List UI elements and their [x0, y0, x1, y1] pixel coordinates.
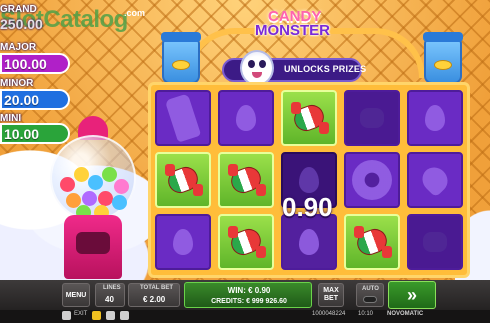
- candy-wrapper-end: [256, 246, 266, 258]
- auto-toggle[interactable]: [363, 296, 377, 303]
- reel-cell-win: [155, 152, 211, 208]
- candy-wrapper-end: [319, 122, 329, 134]
- jackpot-minor-value: 20.00: [0, 89, 70, 110]
- jackpot-grand-label: GRAND: [0, 4, 37, 15]
- menu-button[interactable]: MENU: [62, 283, 90, 307]
- reel-cell: [344, 90, 400, 146]
- heart-symbol: [417, 162, 453, 198]
- total-bet-label: TOTAL BET: [140, 285, 173, 291]
- coin-icon: [172, 60, 190, 70]
- gumball: [112, 195, 127, 210]
- info-icon[interactable]: [120, 311, 129, 320]
- clock: 10:10: [358, 311, 374, 317]
- drop-symbol: [173, 229, 193, 255]
- win-credits-panel: WIN: € 0.90 CREDITS: € 999 926.60: [184, 282, 312, 308]
- win-display: WIN: € 0.90: [227, 286, 271, 295]
- jar-left-lid: [161, 32, 201, 42]
- candy-wrapper-end: [193, 184, 203, 196]
- lines-label: LINES: [103, 285, 121, 291]
- reel-cell: [155, 90, 211, 146]
- jackpot-major-value: 100.00: [0, 53, 70, 74]
- jar-right: [424, 36, 462, 84]
- gumball: [60, 177, 75, 192]
- jar-left: [162, 36, 200, 84]
- candy-wrapper-end: [382, 246, 392, 258]
- candy-wrapper-end: [165, 164, 175, 176]
- reel-cell-win: [218, 152, 274, 208]
- candy-wrapper-end: [228, 226, 238, 238]
- lines-value: 40: [105, 295, 114, 304]
- reel-cell: [407, 152, 463, 208]
- candy-wrapper-end: [354, 226, 364, 238]
- jackpot-minor-label: MINOR: [0, 78, 34, 89]
- feature-banner-text: UNLOCKS PRIZES: [284, 64, 367, 74]
- coin-icon: [434, 60, 452, 70]
- credits-display: CREDITS: € 999 926.60: [211, 298, 287, 305]
- reel-win-amount: 0.90: [282, 192, 333, 222]
- brand-label: NOVOMATIC: [387, 311, 424, 317]
- spin-button[interactable]: »: [388, 281, 436, 309]
- exit-label[interactable]: EXIT: [74, 311, 87, 317]
- game-stage: SlotCatalog .com GRAND 250.00 MAJOR 100.…: [0, 0, 490, 323]
- reel-cell: [155, 214, 211, 270]
- logo-monster: MONSTER: [255, 22, 330, 39]
- popsicle-symbol: [164, 93, 202, 143]
- reel-cell-win: [344, 214, 400, 270]
- reel-cell: [218, 90, 274, 146]
- jackpot-mini-value: 10.00: [0, 123, 70, 144]
- gumball: [102, 167, 117, 182]
- gumball-machine-chute: [76, 232, 110, 254]
- monster-eye: [248, 60, 255, 68]
- donut-symbol: [352, 160, 392, 200]
- monster-eye: [259, 60, 266, 68]
- turbo-icon[interactable]: [106, 311, 115, 320]
- gumball: [82, 191, 97, 206]
- exit-icon[interactable]: [62, 311, 71, 320]
- gumball: [114, 179, 129, 194]
- jackpot-grand-value: 250.00: [0, 16, 43, 32]
- reel-cell: [407, 214, 463, 270]
- drop-symbol: [425, 105, 445, 131]
- wrapped-sweet-symbol: [423, 232, 447, 252]
- total-bet-value: € 2.00: [143, 295, 166, 304]
- jar-right-lid: [423, 32, 463, 42]
- candy-wrapper-end: [228, 164, 238, 176]
- candy-wrapper-end: [291, 102, 301, 114]
- gumball: [98, 191, 113, 206]
- watermark-suffix: .com: [124, 8, 146, 18]
- reel-cell-win: [218, 214, 274, 270]
- gumball: [88, 175, 103, 190]
- max-bet-button[interactable]: MAX BET: [318, 283, 344, 307]
- candy-wrapper-end: [256, 184, 266, 196]
- sound-icon[interactable]: [92, 311, 101, 320]
- drop-symbol: [299, 167, 319, 193]
- reel-cell-win: [281, 90, 337, 146]
- wrapped-sweet-symbol: [360, 108, 384, 128]
- monster-icon: [240, 50, 274, 86]
- session-id: 1000048224: [312, 311, 346, 317]
- reel-cell: [407, 90, 463, 146]
- drop-symbol: [299, 229, 319, 255]
- reel-cell: [344, 152, 400, 208]
- drop-symbol: [236, 105, 256, 131]
- gumball-machine-globe: [50, 135, 136, 221]
- jackpot-major-label: MAJOR: [0, 42, 37, 53]
- auto-label: AUTO: [362, 286, 379, 292]
- gumball: [74, 167, 89, 182]
